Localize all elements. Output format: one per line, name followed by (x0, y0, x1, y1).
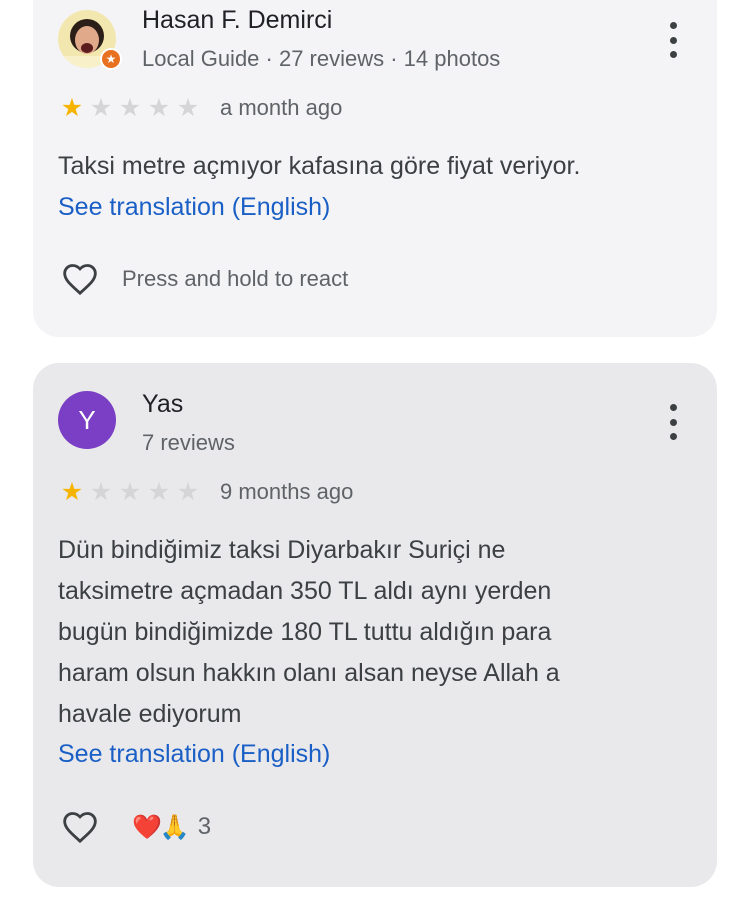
see-translation-link[interactable]: See translation (English) (58, 193, 330, 222)
local-guide-badge-icon: ★ (100, 48, 122, 70)
see-translation-link[interactable]: See translation (English) (58, 740, 330, 769)
star-icon: ★ (60, 478, 84, 506)
review-card: ★ Hasan F. Demirci Local Guide · 27 revi… (33, 0, 717, 337)
star-icon: ★ (89, 94, 113, 122)
star-icon: ★ (89, 478, 113, 506)
author-name[interactable]: Yas (142, 390, 183, 419)
star-icon: ★ (118, 94, 142, 122)
star-icon: ★ (147, 94, 171, 122)
star-icon: ★ (176, 478, 200, 506)
review-date: 9 months ago (220, 479, 354, 504)
more-vert-icon[interactable] (667, 22, 679, 58)
star-icon: ★ (118, 478, 142, 506)
author-avatar[interactable]: ★ (58, 10, 122, 70)
react-row: Press and hold to react (58, 259, 348, 299)
react-row: ❤️🙏 3 (58, 807, 211, 847)
review-card: Y Yas 7 reviews ★ ★ ★ ★ ★ 9 months ago D… (33, 363, 717, 887)
star-rating: ★ ★ ★ ★ ★ (58, 94, 202, 122)
review-text: Dün bindiğimiz taksi Diyarbakır Suriçi n… (58, 536, 560, 728)
author-meta: 7 reviews (142, 430, 235, 455)
reaction-emojis: ❤️🙏 (132, 813, 190, 841)
more-vert-icon[interactable] (667, 404, 679, 440)
author-avatar[interactable]: Y (58, 391, 116, 449)
star-rating: ★ ★ ★ ★ ★ (58, 478, 202, 506)
rating-row: ★ ★ ★ ★ ★ 9 months ago (58, 477, 354, 507)
reaction-count: 3 (197, 813, 212, 840)
author-name[interactable]: Hasan F. Demirci (142, 6, 332, 35)
heart-outline-icon[interactable] (58, 259, 102, 299)
heart-outline-icon[interactable] (58, 807, 102, 847)
star-icon: ★ (147, 478, 171, 506)
rating-row: ★ ★ ★ ★ ★ a month ago (58, 93, 343, 123)
review-text: Taksi metre açmıyor kafasına göre fiyat … (58, 152, 581, 180)
star-icon: ★ (60, 94, 84, 122)
reaction-summary[interactable]: ❤️🙏 3 (132, 813, 211, 842)
author-meta: Local Guide · 27 reviews · 14 photos (142, 46, 501, 71)
review-date: a month ago (220, 95, 343, 120)
star-icon: ★ (176, 94, 200, 122)
avatar-initial: Y (78, 404, 96, 435)
react-hint-text: Press and hold to react (122, 266, 349, 291)
